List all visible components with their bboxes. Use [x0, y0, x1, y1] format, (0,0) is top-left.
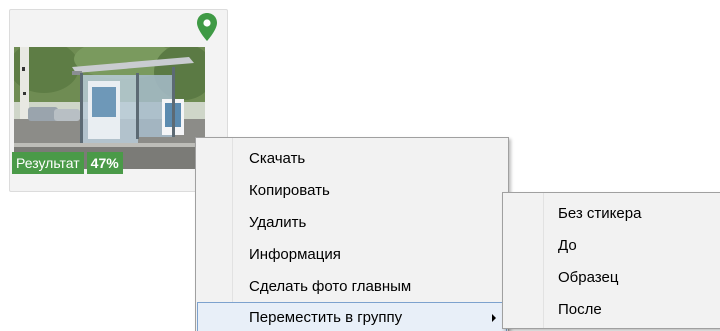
submenu-item-label: Образец: [558, 269, 619, 286]
submenu-item-label: Без стикера: [558, 205, 642, 222]
submenu-item-no-sticker[interactable]: Без стикера: [504, 198, 720, 230]
menu-item-label: Скачать: [249, 150, 306, 167]
menu-item-info[interactable]: Информация: [197, 239, 507, 271]
submenu-item-label: До: [558, 237, 577, 254]
submenu-arrow-icon: [492, 314, 496, 322]
submenu-item-label: После: [558, 301, 602, 318]
menu-item-download[interactable]: Скачать: [197, 143, 507, 175]
submenu-item-before[interactable]: До: [504, 230, 720, 262]
menu-item-delete[interactable]: Удалить: [197, 207, 507, 239]
menu-item-label: Сделать фото главным: [249, 278, 412, 295]
menu-item-set-main-photo[interactable]: Сделать фото главным: [197, 271, 507, 303]
menu-item-label: Информация: [249, 246, 341, 263]
result-percent: 47%: [86, 152, 123, 174]
result-label: Результат: [12, 152, 84, 174]
result-badge: Результат 47%: [12, 152, 123, 174]
menu-item-copy[interactable]: Копировать: [197, 175, 507, 207]
submenu-item-after[interactable]: После: [504, 294, 720, 326]
context-menu: Скачать Копировать Удалить Информация Сд…: [195, 137, 509, 331]
screen: Результат 47% Скачать Копировать Удалить…: [0, 0, 720, 331]
menu-item-move-to-group[interactable]: Переместить в группу: [197, 302, 507, 331]
menu-item-label: Переместить в группу: [249, 309, 403, 326]
menu-item-label: Копировать: [249, 182, 330, 199]
photo-thumbnail[interactable]: [14, 47, 205, 169]
menu-item-label: Удалить: [249, 214, 307, 231]
map-pin-icon[interactable]: [196, 12, 218, 42]
submenu-item-sample[interactable]: Образец: [504, 262, 720, 294]
group-submenu: Без стикера До Образец После: [502, 192, 720, 329]
